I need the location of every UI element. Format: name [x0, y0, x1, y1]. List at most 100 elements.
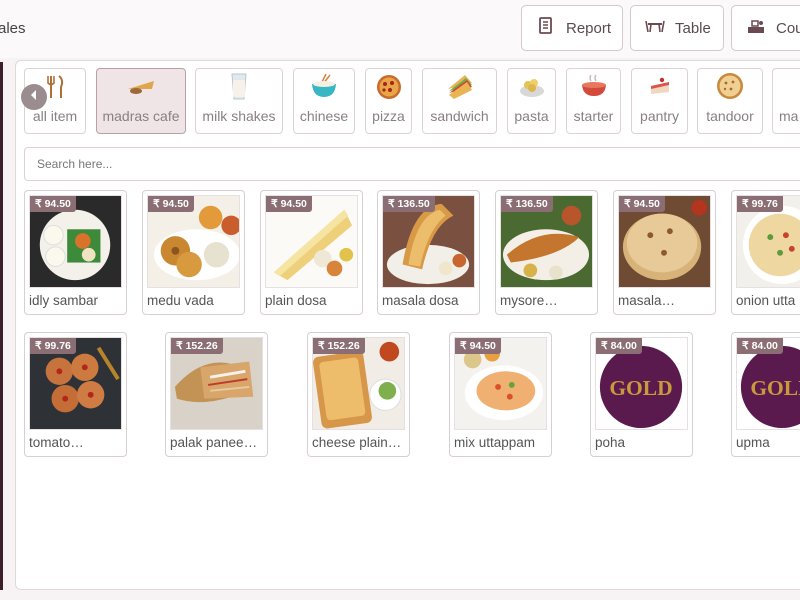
- product-name: masala…: [618, 293, 676, 308]
- category-label: madras cafe: [102, 108, 180, 124]
- table-button[interactable]: Table: [630, 5, 724, 51]
- pos-panel: [15, 60, 800, 590]
- category-label: ma: [779, 108, 799, 124]
- product-image: ₹ 99.76: [29, 337, 122, 430]
- scroll-left-button[interactable]: [21, 84, 47, 110]
- category-more[interactable]: ma: [772, 68, 800, 134]
- product-name: tomato…: [29, 435, 84, 450]
- product-card-tomato-uttappam[interactable]: ₹ 99.76 tomato…: [24, 332, 127, 457]
- product-image: GOLD ₹ 84.00: [595, 337, 688, 430]
- left-sidebar-edge: [0, 62, 3, 590]
- product-image: ₹ 94.50: [454, 337, 547, 430]
- product-image: ₹ 136.50: [382, 195, 475, 288]
- product-name: palak panee…: [170, 435, 258, 450]
- price-badge: ₹ 94.50: [455, 338, 501, 354]
- table-icon: [645, 16, 665, 40]
- category-chinese[interactable]: chinese: [293, 68, 355, 134]
- price-badge: ₹ 94.50: [619, 196, 665, 212]
- product-name: mix uttappam: [454, 435, 536, 450]
- product-image: ₹ 152.26: [170, 337, 263, 430]
- soup-icon: [567, 69, 620, 103]
- product-card-onion-uttappam[interactable]: ₹ 99.76 onion utta: [731, 190, 800, 315]
- category-label: pizza: [372, 108, 405, 124]
- category-pantry[interactable]: pantry: [631, 68, 688, 134]
- chevron-left-icon: [29, 88, 39, 106]
- report-button[interactable]: Report: [521, 5, 623, 51]
- category-sandwich[interactable]: sandwich: [422, 68, 497, 134]
- naan-icon: [698, 69, 762, 103]
- counter-button[interactable]: Cou: [731, 5, 800, 51]
- category-madras-cafe[interactable]: madras cafe: [96, 68, 186, 134]
- product-image: ₹ 136.50: [500, 195, 593, 288]
- product-card-upma[interactable]: GOLD ₹ 84.00 upma: [731, 332, 800, 457]
- price-badge: ₹ 136.50: [383, 196, 435, 212]
- price-badge: ₹ 152.26: [313, 338, 365, 354]
- product-card-masala-paratha[interactable]: ₹ 94.50 masala…: [613, 190, 716, 315]
- gold-logo-text: GOLD: [609, 376, 672, 400]
- product-name: plain dosa: [265, 293, 327, 308]
- category-label: tandoor: [706, 108, 754, 124]
- category-label: starter: [573, 108, 614, 124]
- price-badge: ₹ 94.50: [148, 196, 194, 212]
- cake-icon: [632, 69, 687, 103]
- product-card-poha[interactable]: GOLD ₹ 84.00 poha: [590, 332, 693, 457]
- page-title: ales: [0, 20, 26, 37]
- report-icon: [536, 16, 556, 40]
- product-image: ₹ 94.50: [618, 195, 711, 288]
- category-label: pasta: [514, 108, 549, 124]
- price-badge: ₹ 99.76: [30, 338, 76, 354]
- sandwich-icon: [423, 69, 496, 103]
- product-card-masala-dosa[interactable]: ₹ 136.50 masala dosa: [377, 190, 480, 315]
- product-name: onion utta: [736, 293, 796, 308]
- product-name: mysore…: [500, 293, 558, 308]
- pasta-icon: [508, 69, 555, 103]
- category-tandoor[interactable]: tandoor: [697, 68, 763, 134]
- price-badge: ₹ 84.00: [737, 338, 783, 354]
- category-label: pantry: [640, 108, 679, 124]
- category-milk-shakes[interactable]: milk shakes: [195, 68, 283, 134]
- product-card-cheese-plain-dosa[interactable]: ₹ 152.26 cheese plain…: [307, 332, 410, 457]
- category-label: milk shakes: [202, 108, 276, 124]
- product-card-mix-uttappam[interactable]: ₹ 94.50 mix uttappam: [449, 332, 552, 457]
- product-name: cheese plain…: [312, 435, 402, 450]
- report-button-label: Report: [566, 19, 612, 37]
- product-image: ₹ 94.50: [265, 195, 358, 288]
- category-label: chinese: [299, 108, 349, 124]
- gold-logo-text: GOLD: [750, 376, 800, 400]
- product-card-palak-paneer[interactable]: ₹ 152.26 palak panee…: [165, 332, 268, 457]
- category-label: sandwich: [430, 108, 489, 124]
- price-badge: ₹ 84.00: [596, 338, 642, 354]
- counter-button-label: Cou: [776, 19, 800, 37]
- category-pizza[interactable]: pizza: [365, 68, 412, 134]
- product-image: ₹ 152.26: [312, 337, 405, 430]
- dosa-icon: [97, 69, 185, 103]
- noodle-bowl-icon: [294, 69, 354, 103]
- price-badge: ₹ 94.50: [266, 196, 312, 212]
- top-bar: ales Report Table Cou: [0, 0, 800, 58]
- product-image: GOLD ₹ 84.00: [736, 337, 800, 430]
- search-input[interactable]: [24, 147, 800, 181]
- counter-icon: [746, 16, 766, 40]
- glass-icon: [196, 69, 282, 103]
- product-image: ₹ 94.50: [147, 195, 240, 288]
- pizza-icon: [366, 69, 411, 103]
- product-name: poha: [595, 435, 626, 450]
- category-label: all item: [32, 108, 78, 124]
- product-name: medu vada: [147, 293, 214, 308]
- price-badge: ₹ 99.76: [737, 196, 783, 212]
- price-badge: ₹ 152.26: [171, 338, 223, 354]
- product-card-idly-sambar[interactable]: ₹ 94.50 idly sambar: [24, 190, 127, 315]
- product-image: ₹ 94.50: [29, 195, 122, 288]
- table-button-label: Table: [675, 19, 711, 37]
- category-starter[interactable]: starter: [566, 68, 621, 134]
- category-pasta[interactable]: pasta: [507, 68, 556, 134]
- product-name: upma: [736, 435, 770, 450]
- product-card-medu-vada[interactable]: ₹ 94.50 medu vada: [142, 190, 245, 315]
- product-name: masala dosa: [382, 293, 459, 308]
- price-badge: ₹ 94.50: [30, 196, 76, 212]
- product-image: ₹ 99.76: [736, 195, 800, 288]
- product-card-mysore-dosa[interactable]: ₹ 136.50 mysore…: [495, 190, 598, 315]
- price-badge: ₹ 136.50: [501, 196, 553, 212]
- product-card-plain-dosa[interactable]: ₹ 94.50 plain dosa: [260, 190, 363, 315]
- product-name: idly sambar: [29, 293, 99, 308]
